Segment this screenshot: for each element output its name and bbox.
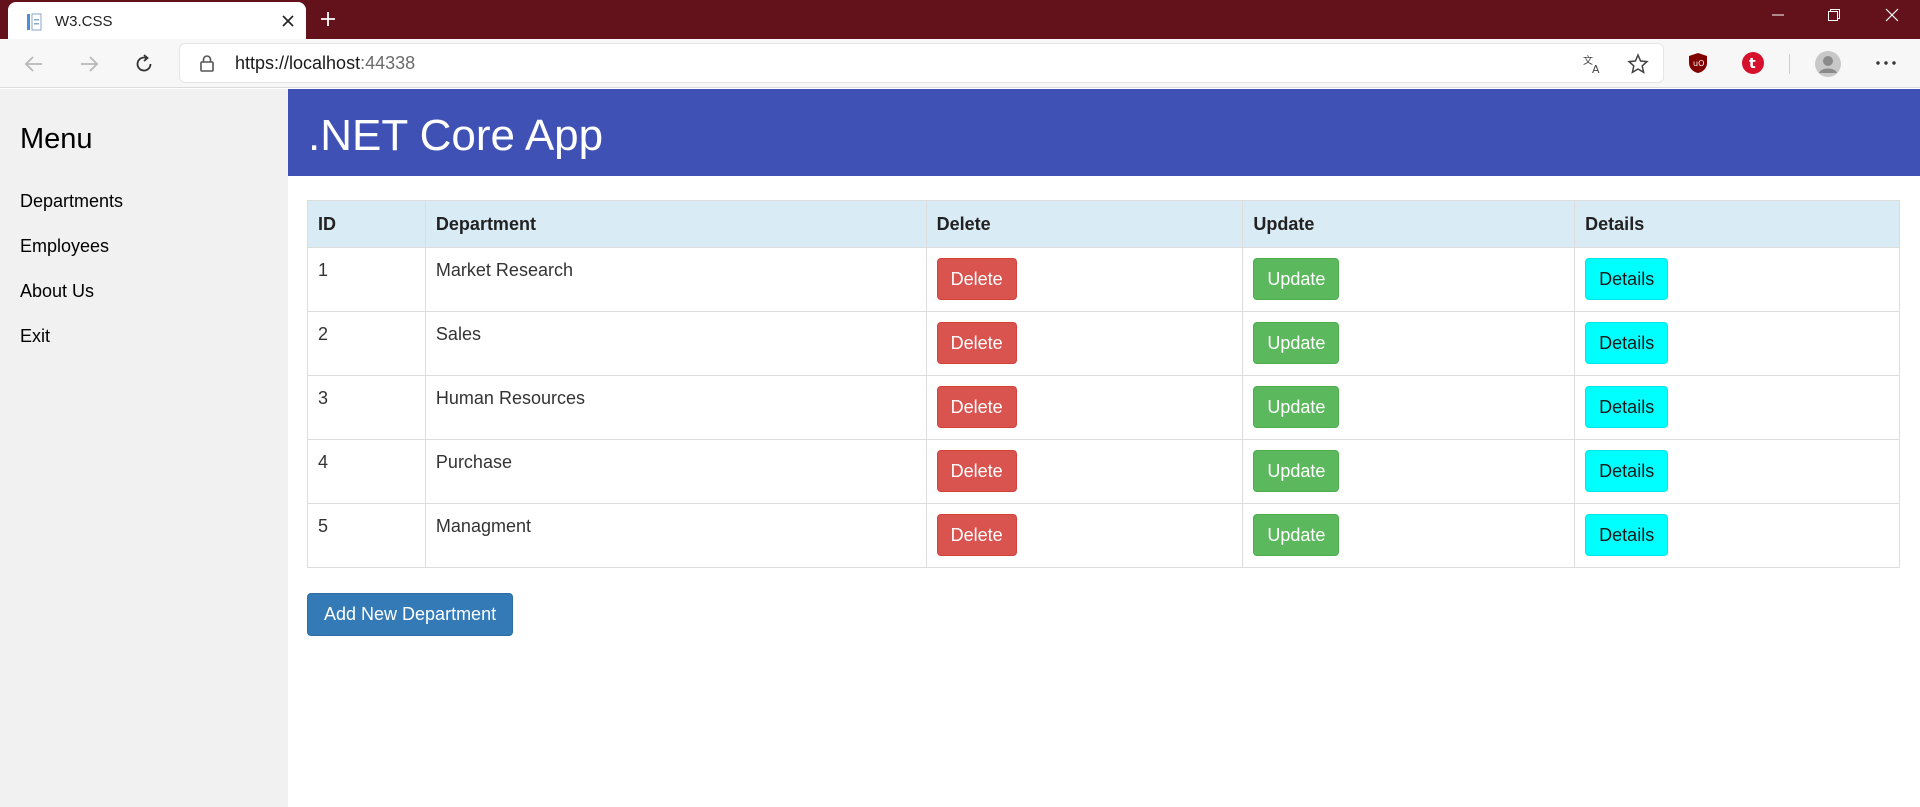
details-button[interactable]: Details xyxy=(1585,514,1669,556)
browser-titlebar: W3.CSS xyxy=(0,0,1920,39)
delete-button[interactable]: Delete xyxy=(936,322,1017,364)
close-icon[interactable] xyxy=(278,11,298,31)
table-row: 3 Human Resources Delete Update Details xyxy=(307,375,1900,440)
delete-button[interactable]: Delete xyxy=(936,514,1017,556)
ublock-origin-icon[interactable]: uO xyxy=(1686,51,1710,75)
browser-tab[interactable]: W3.CSS xyxy=(8,2,306,39)
table-header-row: ID Department Delete Update Details xyxy=(307,200,1900,248)
details-cell: Details xyxy=(1574,247,1900,312)
table-row: 5 Managment Delete Update Details xyxy=(307,503,1900,568)
row-id: 2 xyxy=(307,311,426,376)
row-department: Human Resources xyxy=(424,375,927,440)
delete-button[interactable]: Delete xyxy=(936,450,1017,492)
update-button[interactable]: Update xyxy=(1253,450,1340,492)
table-row: 4 Purchase Delete Update Details xyxy=(307,439,1900,504)
svg-text:A: A xyxy=(1592,63,1600,75)
delete-button[interactable]: Delete xyxy=(936,386,1017,428)
update-button[interactable]: Update xyxy=(1253,514,1340,556)
svg-text:t: t xyxy=(1749,56,1756,72)
row-department: Purchase xyxy=(424,439,927,504)
delete-button[interactable]: Delete xyxy=(936,258,1017,300)
menu-title: Menu xyxy=(20,123,93,155)
row-department: Market Research xyxy=(424,247,927,312)
delete-cell: Delete xyxy=(925,311,1244,376)
browser-navbar: https://localhost:44338 文A uO t xyxy=(0,39,1920,88)
update-button[interactable]: Update xyxy=(1253,258,1340,300)
sidebar-item-about-us[interactable]: About Us xyxy=(20,280,94,302)
details-button[interactable]: Details xyxy=(1585,450,1669,492)
tab-title: W3.CSS xyxy=(55,13,113,30)
details-button[interactable]: Details xyxy=(1585,258,1669,300)
delete-cell: Delete xyxy=(925,375,1244,440)
delete-cell: Delete xyxy=(925,439,1244,504)
address-bar[interactable]: https://localhost:44338 文A xyxy=(180,44,1663,82)
url-host: https://localhost xyxy=(235,53,361,73)
window-close-icon[interactable] xyxy=(1864,0,1920,30)
svg-text:uO: uO xyxy=(1693,59,1704,68)
more-icon[interactable] xyxy=(1872,51,1900,75)
delete-cell: Delete xyxy=(925,503,1244,568)
row-id: 3 xyxy=(307,375,426,440)
page-title: .NET Core App xyxy=(308,111,604,160)
toolbar-divider xyxy=(1789,54,1790,74)
forward-arrow-icon[interactable] xyxy=(75,50,103,78)
tumblr-icon[interactable]: t xyxy=(1741,51,1765,75)
update-cell: Update xyxy=(1242,503,1576,568)
row-id: 1 xyxy=(307,247,426,312)
row-department: Managment xyxy=(424,503,927,568)
row-id: 4 xyxy=(307,439,426,504)
sidebar-item-employees[interactable]: Employees xyxy=(20,235,109,257)
plus-icon[interactable] xyxy=(318,9,338,29)
url-text[interactable]: https://localhost:44338 xyxy=(235,53,415,73)
update-cell: Update xyxy=(1242,247,1576,312)
translate-icon[interactable]: 文A xyxy=(1582,53,1604,76)
update-cell: Update xyxy=(1242,375,1576,440)
row-department: Sales xyxy=(424,311,927,376)
update-button[interactable]: Update xyxy=(1253,386,1340,428)
column-header-update: Update xyxy=(1242,200,1576,248)
details-cell: Details xyxy=(1574,311,1900,376)
delete-cell: Delete xyxy=(925,247,1244,312)
restore-icon[interactable] xyxy=(1806,0,1862,30)
app-header: .NET Core App xyxy=(288,89,1920,176)
details-cell: Details xyxy=(1574,375,1900,440)
reload-icon[interactable] xyxy=(130,50,158,78)
update-button[interactable]: Update xyxy=(1253,322,1340,364)
url-port: :44338 xyxy=(360,53,416,73)
row-id: 5 xyxy=(307,503,426,568)
details-button[interactable]: Details xyxy=(1585,386,1669,428)
add-new-department-button[interactable]: Add New Department xyxy=(307,593,514,636)
column-header-delete: Delete xyxy=(925,200,1244,248)
back-arrow-icon[interactable] xyxy=(20,50,48,78)
lock-icon[interactable] xyxy=(198,54,216,72)
column-header-details: Details xyxy=(1574,200,1900,248)
details-button[interactable]: Details xyxy=(1585,322,1669,364)
star-icon[interactable] xyxy=(1627,53,1649,75)
minimize-icon[interactable] xyxy=(1750,0,1806,30)
departments-table: ID Department Delete Update Details 1 Ma… xyxy=(307,200,1900,568)
update-cell: Update xyxy=(1242,311,1576,376)
sidebar: Menu Departments Employees About Us Exit xyxy=(0,89,288,807)
column-header-department: Department xyxy=(424,200,927,248)
column-header-id: ID xyxy=(307,200,426,248)
profile-icon[interactable] xyxy=(1814,50,1842,78)
table-row: 2 Sales Delete Update Details xyxy=(307,311,1900,376)
sidebar-item-departments[interactable]: Departments xyxy=(20,190,123,212)
details-cell: Details xyxy=(1574,439,1900,504)
table-row: 1 Market Research Delete Update Details xyxy=(307,247,1900,312)
page-favicon-icon xyxy=(25,13,43,31)
details-cell: Details xyxy=(1574,503,1900,568)
sidebar-item-exit[interactable]: Exit xyxy=(20,325,50,347)
update-cell: Update xyxy=(1242,439,1576,504)
